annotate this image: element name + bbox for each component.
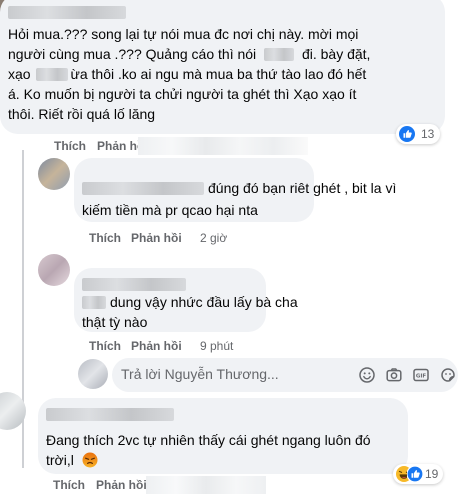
reaction-summary[interactable]: 13 — [396, 124, 440, 144]
like-button[interactable]: Thích — [53, 478, 85, 492]
comment-bubble: đúng đó bạn riêt ghét , bit la vì kiếm t… — [74, 158, 396, 222]
reply-input[interactable]: Trả lời Nguyễn Thương... GIF — [112, 358, 458, 392]
gif-icon[interactable]: GIF — [413, 367, 429, 383]
svg-text:GIF: GIF — [416, 374, 427, 380]
comment-time[interactable]: 9 phút — [200, 339, 233, 353]
comment-text: Đang thích 2vc tự nhiên thấy cái ghét ng… — [46, 432, 371, 448]
comment-text-line: người cùng mua .??? Quảng cáo thì nói đi… — [8, 44, 370, 64]
avatar[interactable] — [38, 158, 70, 190]
comment-text-part: xạo — [8, 66, 31, 82]
camera-icon[interactable] — [386, 367, 402, 383]
comment-text-line: xạo ừa thôi .ko ai ngu mà mua ba thứ tào… — [8, 64, 366, 84]
comment-text: Hỏi mua.??? song lại tự nói mua đc nơi c… — [8, 26, 359, 42]
commenter-name[interactable] — [82, 274, 186, 294]
reply-button[interactable]: Phản hồi — [96, 478, 147, 492]
comment-text-part: trời,l — [46, 452, 74, 468]
like-button[interactable]: Thích — [89, 339, 121, 353]
comment-text: thôi. Riết rồi quá lố lăng — [8, 106, 156, 122]
comment-text: á. Ko muốn bị người ta chửi người ta ghé… — [8, 86, 357, 102]
comment-text: kiếm tiền mà pr qcao hại nta — [82, 202, 258, 218]
sticker-icon[interactable] — [440, 367, 456, 383]
current-user-avatar — [78, 359, 108, 389]
redacted-word — [264, 48, 295, 61]
reply-button[interactable]: Phản hồi — [131, 231, 182, 245]
like-icon — [407, 466, 423, 482]
like-icon — [399, 126, 415, 142]
comment-text-part: đi. bày đặt, — [301, 46, 371, 62]
reaction-summary[interactable]: 19 — [393, 464, 443, 484]
commenter-name[interactable] — [46, 404, 174, 424]
comment-actions: Thích Phản hồi 2 giờ — [89, 231, 289, 247]
blurred-timestamp — [138, 137, 308, 155]
commenter-name[interactable] — [8, 2, 138, 19]
reply-button[interactable]: Phản hồi — [131, 339, 182, 353]
redacted-word — [82, 296, 106, 309]
comment-text-line: trời,l — [46, 450, 98, 470]
comment-text-part: người cùng mua .??? Quảng cáo thì nói — [8, 46, 257, 62]
reaction-count: 13 — [421, 127, 435, 141]
blurred-timestamp — [146, 476, 266, 494]
comment-text: thật tỳ nào — [82, 314, 148, 330]
comment-text-part: dung vậy nhức đầu lấy bà cha — [110, 294, 298, 310]
comment-text-part: ừa thôi .ko ai ngu mà mua ba thứ tào lao… — [70, 66, 367, 82]
comment-bubble: Hỏi mua.??? song lại tự nói mua đc nơi c… — [0, 0, 445, 134]
emoji-icon[interactable] — [359, 367, 375, 383]
reply-placeholder: Trả lời Nguyễn Thương... — [121, 366, 279, 382]
like-button[interactable]: Thích — [54, 139, 86, 153]
comment-text-line: đúng đó bạn riêt ghét , bit la vì — [82, 178, 396, 198]
reaction-count: 19 — [425, 467, 439, 481]
comment-actions: Thích Phản hồi 9 phút — [89, 339, 289, 355]
comment-bubble: dung vậy nhức đầu lấy bà cha thật tỳ nào — [74, 268, 298, 332]
comment-bubble: Đang thích 2vc tự nhiên thấy cái ghét ng… — [38, 398, 408, 474]
comment-text-part: đúng đó bạn riêt ghét , bit la vì — [208, 180, 397, 196]
like-button[interactable]: Thích — [89, 231, 121, 245]
angry-face-icon — [82, 452, 98, 468]
comment-text-line: dung vậy nhức đầu lấy bà cha — [82, 292, 298, 312]
avatar[interactable] — [38, 254, 70, 286]
redacted-word — [36, 68, 69, 81]
commenter-name[interactable] — [82, 182, 204, 195]
comment-time[interactable]: 2 giờ — [200, 231, 227, 245]
